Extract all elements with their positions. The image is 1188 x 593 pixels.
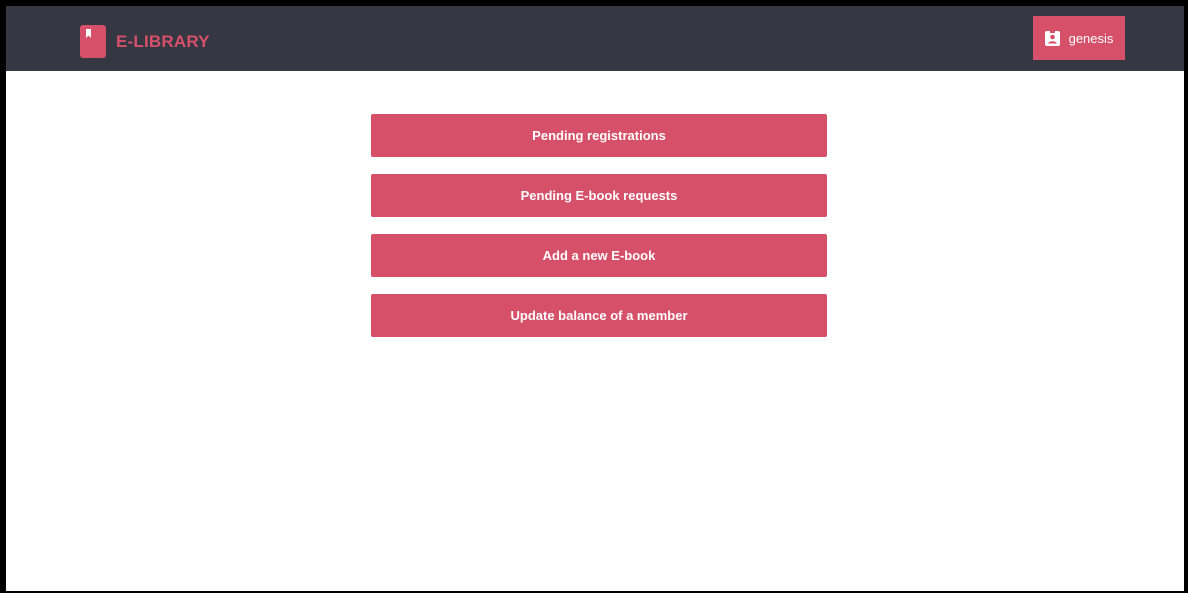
navbar: E-LIBRARY genesis — [6, 6, 1184, 71]
book-icon — [80, 25, 106, 58]
username-label: genesis — [1068, 30, 1114, 46]
admin-actions: Pending registrations Pending E-book req… — [371, 114, 827, 354]
brand-title: E-LIBRARY — [116, 31, 210, 51]
user-menu-button[interactable]: genesis — [1033, 16, 1125, 60]
contact-card-icon — [1044, 30, 1060, 46]
app-window: E-LIBRARY genesis Pending registrations … — [6, 6, 1186, 591]
update-member-balance-button[interactable]: Update balance of a member — [371, 294, 827, 337]
add-new-ebook-button[interactable]: Add a new E-book — [371, 234, 827, 277]
pending-registrations-button[interactable]: Pending registrations — [371, 114, 827, 157]
brand-link[interactable]: E-LIBRARY — [80, 25, 210, 58]
pending-ebook-requests-button[interactable]: Pending E-book requests — [371, 174, 827, 217]
